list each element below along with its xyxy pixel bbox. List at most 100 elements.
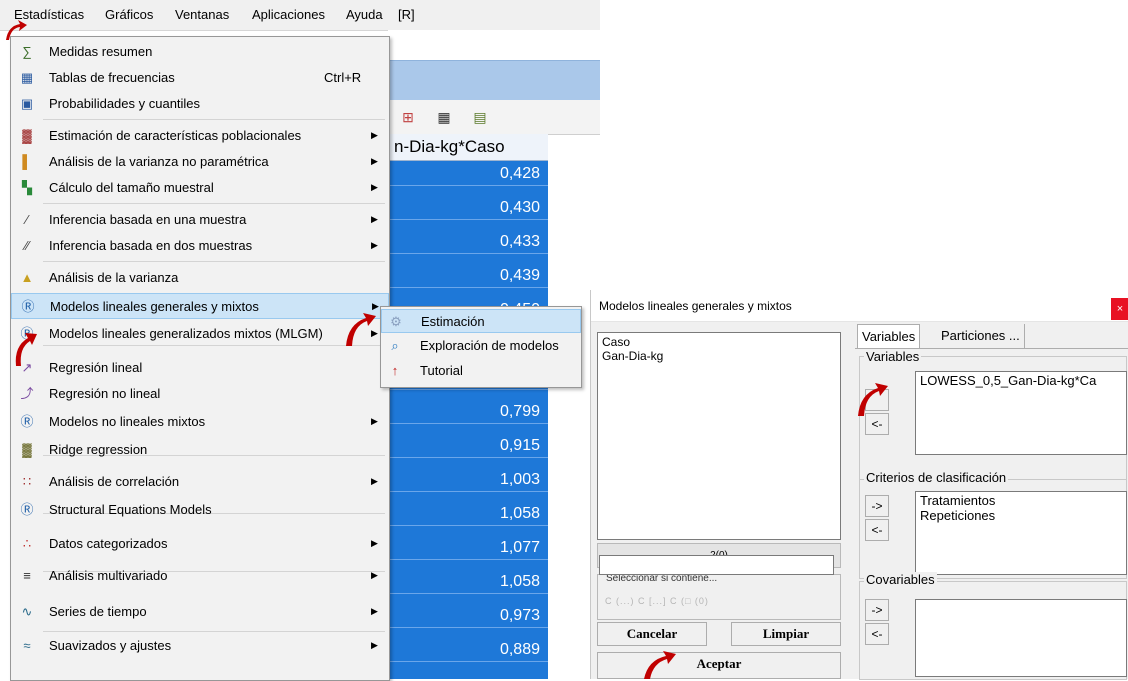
menu-item-regresi-n-no-lineal[interactable]: ⤴ Regresión no lineal	[11, 381, 389, 407]
two-samples-icon: ∕∕	[24, 238, 30, 253]
menu-item-label: Suavizados y ajustes	[49, 638, 172, 653]
remove-criteria-button[interactable]: <-	[865, 519, 889, 541]
submenu-item-tutorial[interactable]: ↑ Tutorial	[381, 359, 581, 383]
menu-item-series-de-tiempo[interactable]: ∿ Series de tiempo ▶	[11, 599, 389, 625]
list-item[interactable]: Repeticiones	[920, 508, 1122, 523]
submenu-item-label: Exploración de modelos	[420, 338, 559, 353]
menu-item-c-lculo-del-tama-o-muestral[interactable]: ▚ Cálculo del tamaño muestral ▶	[11, 175, 389, 201]
add-criteria-button[interactable]: ->	[865, 495, 889, 517]
table-cell[interactable]: 1,058	[388, 501, 548, 526]
menu-item-label: Modelos no lineales mixtos	[49, 414, 206, 429]
time-series-icon: ∿	[21, 604, 33, 619]
menu-item-estimaci-n-de-caracter-sticas-poblacionales[interactable]: ▓ Estimación de características poblacion…	[11, 123, 389, 149]
menu-item-inferencia-basada-en-dos-muestras[interactable]: ∕∕ Inferencia basada en dos muestras ▶	[11, 233, 389, 259]
menu-ventanas[interactable]: Ventanas	[175, 7, 229, 22]
remove-covariate-button[interactable]: <-	[865, 623, 889, 645]
table-icon[interactable]: ▤	[472, 109, 488, 125]
menu-item-label: Estimación de características poblaciona…	[49, 128, 302, 143]
table-cell[interactable]: 1,003	[388, 467, 548, 492]
menu-item-an-lisis-de-la-varianza[interactable]: ▲ Análisis de la varianza	[11, 265, 389, 291]
categorical-icon: ∴	[22, 536, 32, 551]
menu-item-suavizados-y-ajustes[interactable]: ≈ Suavizados y ajustes ▶	[11, 633, 389, 659]
accept-button[interactable]: Aceptar	[597, 652, 841, 679]
menu-item-structural-equations-models[interactable]: Ⓡ Structural Equations Models	[11, 497, 389, 523]
menu-item-label: Análisis de la varianza	[49, 270, 179, 285]
columns-icon[interactable]: ▦	[436, 109, 452, 125]
filter-options[interactable]: C (...) C [...] C (□ (0)	[605, 596, 709, 606]
sample-size-icon: ▚	[22, 180, 32, 195]
menu-item-modelos-lineales-generalizados-mixtos-mlgm[interactable]: ⓇModelos lineales generalizados mixtos (…	[11, 321, 389, 347]
menu-item-tablas-de-frecuencias[interactable]: ▦ Tablas de frecuencias Ctrl+R	[11, 65, 389, 91]
criteria-list[interactable]: Tratamientos Repeticiones	[915, 491, 1127, 575]
menu-item-probabilidades-y-cuantiles[interactable]: ▣ Probabilidades y cuantiles	[11, 91, 389, 117]
anova-icon: ▲	[20, 270, 34, 285]
submenu-arrow-icon: ▶	[371, 416, 378, 426]
menu-item-medidas-resumen[interactable]: ∑ Medidas resumen	[11, 39, 389, 65]
table-cell[interactable]: 1,077	[388, 535, 548, 560]
table-cell[interactable]: 0,428	[388, 161, 548, 186]
list-item[interactable]: LOWESS_0,5_Gan-Dia-kg*Ca	[920, 373, 1122, 388]
tab-particiones[interactable]: Particiones ...	[937, 324, 1025, 348]
list-item[interactable]: Gan-Dia-kg	[602, 349, 836, 363]
source-variables-list[interactable]: Caso Gan-Dia-kg	[597, 332, 841, 540]
multivariate-icon: ≡	[23, 568, 31, 583]
menu-item-inferencia-basada-en-una-muestra[interactable]: ∕ Inferencia basada en una muestra ▶	[11, 207, 389, 233]
menu-ayuda[interactable]: Ayuda	[346, 7, 383, 22]
menu-aplicaciones[interactable]: Aplicaciones	[252, 7, 325, 22]
r-logo-icon: Ⓡ	[20, 414, 34, 429]
column-header[interactable]: n-Dia-kg*Caso	[388, 134, 548, 161]
covariates-list[interactable]	[915, 599, 1127, 677]
table-cell[interactable]: 1,058	[388, 569, 548, 594]
menu-r[interactable]: [R]	[398, 7, 415, 22]
table-cell[interactable]: 0,433	[388, 229, 548, 254]
table-cell[interactable]: 0,799	[388, 399, 548, 424]
insert-row-icon[interactable]: ⊞	[400, 109, 416, 125]
menu-graficos[interactable]: Gráficos	[105, 7, 153, 22]
filter-input[interactable]	[599, 555, 834, 575]
submenu-arrow-icon: ▶	[371, 476, 378, 486]
frequency-table-icon: ▦	[20, 70, 34, 85]
menu-separator	[43, 261, 385, 262]
add-covariate-button[interactable]: ->	[865, 599, 889, 621]
table-cell[interactable]: 0,915	[388, 433, 548, 458]
modelos-lineales-dialog: Modelos lineales generales y mixtos × Ca…	[590, 290, 1128, 680]
correlation-icon: ∷	[22, 474, 32, 489]
menu-item-ridge-regression[interactable]: ▓ Ridge regression	[11, 437, 389, 463]
menu-separator	[43, 631, 385, 632]
table-cell[interactable]: 0,439	[388, 263, 548, 288]
list-item[interactable]: Caso	[602, 335, 836, 349]
clear-button[interactable]: Limpiar	[731, 622, 841, 646]
cancel-button[interactable]: Cancelar	[597, 622, 707, 646]
table-cell[interactable]: 0,973	[388, 603, 548, 628]
assigned-variables-list[interactable]: LOWESS_0,5_Gan-Dia-kg*Ca	[915, 371, 1127, 455]
submenu-arrow-icon: ▶	[371, 214, 378, 224]
menu-item-regresi-n-lineal[interactable]: ↗ Regresión lineal	[11, 355, 389, 381]
menu-item-datos-categorizados[interactable]: ∴ Datos categorizados ▶	[11, 531, 389, 557]
submenu-item-estimaci-n[interactable]: ⚙ Estimación	[381, 309, 581, 333]
annotation-arrow-icon	[6, 20, 27, 40]
nonlinear-regression-icon: ⤴	[20, 386, 34, 401]
magnifier-icon: ⌕	[391, 338, 399, 353]
submenu-item-label: Estimación	[421, 314, 485, 329]
grid-toolbar: ⊞ ▦ ▤	[388, 100, 600, 135]
table-cell[interactable]: 0,889	[388, 637, 548, 662]
estadisticas-menu: ∑ Medidas resumen ▦ Tablas de frecuencias Ct…	[10, 36, 390, 681]
submenu-item-exploraci-n-de-modelos[interactable]: ⌕ Exploración de modelos	[381, 334, 581, 358]
dialog-titlebar: Modelos lineales generales y mixtos ×	[591, 290, 1128, 322]
list-item[interactable]: Tratamientos	[920, 493, 1122, 508]
menu-item-an-lisis-de-la-varianza-no-param-trica[interactable]: ▌ Análisis de la varianza no paramétrica ▶	[11, 149, 389, 175]
tab-variables[interactable]: Variables	[857, 324, 921, 349]
menu-separator	[43, 119, 385, 120]
menu-item-an-lisis-multivariado[interactable]: ≡ Análisis multivariado ▶	[11, 563, 389, 589]
submenu-arrow-icon: ▶	[371, 640, 378, 650]
menu-item-an-lisis-de-correlaci-n[interactable]: ∷ Análisis de correlación ▶	[11, 469, 389, 495]
table-cell[interactable]: 0,430	[388, 195, 548, 220]
r-logo-icon: Ⓡ	[20, 502, 34, 517]
close-icon[interactable]: ×	[1111, 298, 1128, 320]
menu-item-label: Modelos lineales generalizados mixtos (M…	[49, 326, 323, 341]
menu-item-modelos-lineales-generales-y-mixtos[interactable]: Ⓡ Modelos lineales generales y mixtos ▶	[11, 293, 389, 319]
summary-icon: ∑	[22, 44, 32, 59]
estimation-icon: ⚙	[390, 314, 402, 329]
menu-item-modelos-no-lineales-mixtos[interactable]: Ⓡ Modelos no lineales mixtos ▶	[11, 409, 389, 435]
menu-item-label: Medidas resumen	[49, 44, 153, 59]
